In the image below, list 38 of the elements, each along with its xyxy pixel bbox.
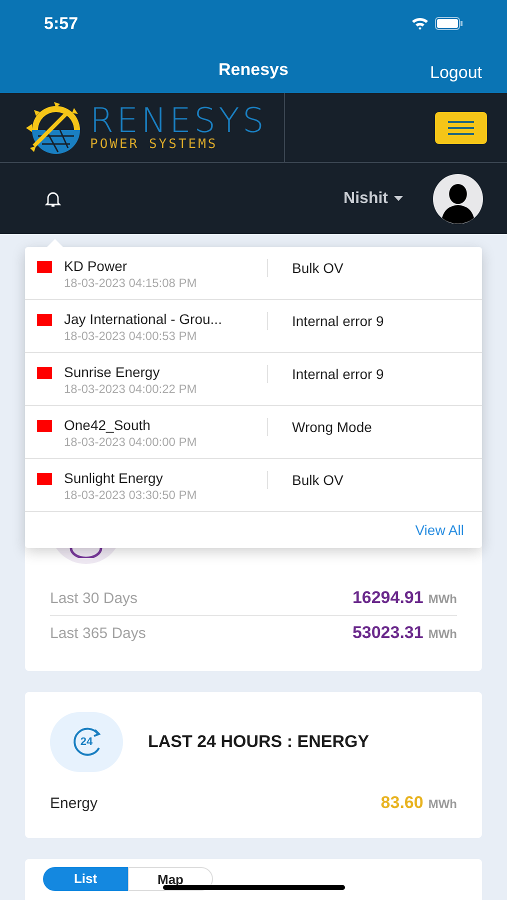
unit-label: MWh (428, 591, 457, 608)
site-name: Sunrise Energy (64, 364, 161, 382)
view-tab[interactable]: List (43, 866, 128, 890)
site-name: KD Power (64, 258, 128, 276)
user-dropdown[interactable]: Nishit (344, 186, 403, 210)
header-title: Renesys (218, 59, 288, 82)
unit-label: MWh (428, 626, 457, 642)
notification-item[interactable]: Sunrise Energy 18-03-2023 04:00:22 PM Internal error 9 (25, 353, 482, 406)
status-time: 5:57 (44, 12, 78, 35)
period-label: Last 30 Days (50, 589, 138, 609)
logout-button[interactable]: Logout (430, 60, 482, 86)
logo-name: RENESYS (90, 104, 267, 138)
alarm-type: Internal error 9 (292, 312, 384, 331)
alarm-time: 18-03-2023 04:00:00 PM (64, 434, 198, 450)
period-label: Last 365 Days (50, 624, 146, 644)
notification-item[interactable]: KD Power 18-03-2023 04:15:08 PM Bulk OV (25, 247, 482, 300)
alarm-type: Internal error 9 (292, 365, 384, 384)
energy-value: 53023.31 (352, 622, 424, 644)
notification-item[interactable]: Jay International - Grou... 18-03-2023 04:00:53 PM Internal error 9 (25, 300, 482, 353)
alarm-type: Bulk OV (292, 259, 344, 278)
alarm-type: Bulk OV (292, 471, 344, 490)
alarm-time: 18-03-2023 03:30:50 PM (64, 488, 198, 502)
clock-24-icon: 24 (50, 712, 123, 772)
alarm-time: 18-03-2023 04:15:08 PM (64, 276, 198, 290)
notification-item[interactable]: Sunlight Energy 18-03-2023 03:30:50 PM Bulk OV (25, 459, 482, 512)
site-name: One42_South (64, 417, 152, 434)
unit-label: MWh (428, 796, 457, 813)
alarm-time: 18-03-2023 04:00:22 PM (64, 382, 198, 396)
alarm-time: 18-03-2023 04:00:53 PM (64, 328, 198, 344)
logo-tagline: POWER SYSTEMS (90, 138, 219, 151)
energy-value: 83.60 (380, 792, 424, 814)
energy-label: Energy (50, 794, 98, 814)
energy-value: 16294.91 (352, 587, 424, 609)
site-name: Sunlight Energy (64, 470, 164, 488)
alarm-type: Wrong Mode (292, 418, 372, 437)
card-title: LAST 24 HOURS : ENERGY (148, 731, 370, 754)
site-name: Jay International - Grou... (64, 311, 223, 328)
notification-item[interactable]: One42_South 18-03-2023 04:00:00 PM Wrong Mode (25, 406, 482, 459)
